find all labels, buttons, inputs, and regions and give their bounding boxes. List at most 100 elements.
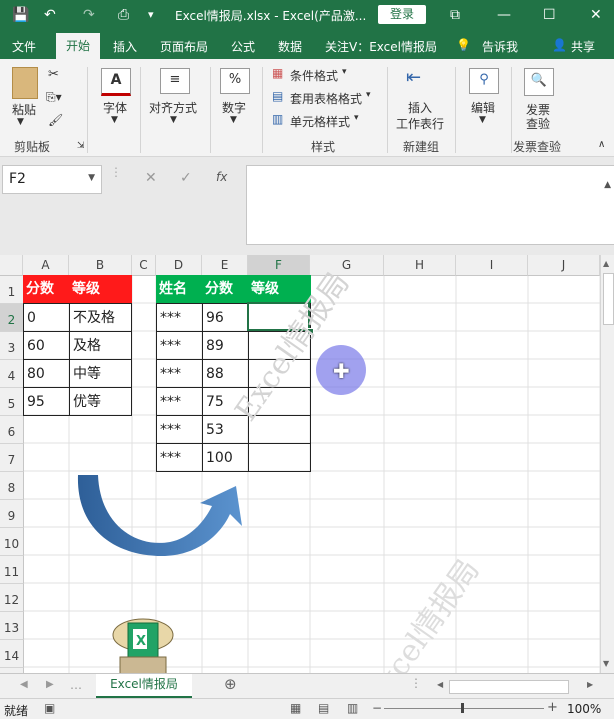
table-right-cell[interactable]: *** <box>156 303 203 332</box>
row-header-9[interactable]: 9 <box>0 500 24 528</box>
share-button[interactable]: 共享 <box>571 38 595 55</box>
close-button[interactable]: ✕ <box>590 5 602 25</box>
insert-row-icon[interactable]: ⇤ <box>406 67 421 88</box>
row-header-6[interactable]: 6 <box>0 416 24 444</box>
undo-icon[interactable]: ↶ <box>44 5 56 25</box>
table-right-cell[interactable]: 53 <box>202 415 249 444</box>
share-icon[interactable]: 👤 <box>552 38 567 52</box>
search-icon[interactable]: ⚲ <box>469 68 499 94</box>
column-header-j[interactable]: J <box>528 255 600 276</box>
table-right-header-name[interactable]: 姓名 <box>156 275 203 304</box>
cell-style-button[interactable]: 单元格样式 <box>290 113 350 130</box>
formula-input[interactable]: ▲ <box>246 165 614 245</box>
insert-button-line1[interactable]: 插入 <box>408 99 432 116</box>
tab-formulas[interactable]: 公式 <box>231 38 255 55</box>
row-header-14[interactable]: 14 <box>0 640 24 668</box>
row-header-4[interactable]: 4 <box>0 360 24 388</box>
paste-icon[interactable] <box>12 67 38 99</box>
spreadsheet-grid[interactable]: A B C D E F G H I J 1 2 3 4 5 6 7 8 9 10… <box>0 255 600 673</box>
row-header-10[interactable]: 10 <box>0 528 24 556</box>
alignment-button[interactable]: 对齐方式 <box>149 99 197 116</box>
row-header-12[interactable]: 12 <box>0 584 24 612</box>
customize-qat-icon[interactable]: ▾ <box>148 5 154 25</box>
table-right-cell[interactable]: *** <box>156 359 203 388</box>
column-header-h[interactable]: H <box>384 255 456 276</box>
format-painter-icon[interactable]: 🖌 <box>48 113 63 127</box>
table-left-cell[interactable]: 不及格 <box>69 303 132 332</box>
table-left-cell[interactable]: 95 <box>23 387 70 416</box>
cut-icon[interactable]: ✂ <box>48 67 59 82</box>
scroll-left-icon[interactable]: ◀ <box>437 680 443 689</box>
invoice-button-line2[interactable]: 查验 <box>526 115 550 132</box>
tab-home[interactable]: 开始 <box>56 33 100 59</box>
chevron-down-icon[interactable]: ▾ <box>366 90 371 100</box>
table-left-cell[interactable]: 优等 <box>69 387 132 416</box>
page-layout-view-icon[interactable]: ▤ <box>318 701 329 715</box>
row-header-5[interactable]: 5 <box>0 388 24 416</box>
tab-file[interactable]: 文件 <box>12 38 36 55</box>
table-left-cell[interactable]: 60 <box>23 331 70 360</box>
tab-insert[interactable]: 插入 <box>113 38 137 55</box>
scrollbar-thumb[interactable] <box>603 273 614 325</box>
editing-button[interactable]: 编辑 <box>471 99 495 116</box>
collapse-ribbon-icon[interactable]: ∧ <box>598 139 605 150</box>
chevron-down-icon[interactable]: ▼ <box>88 173 95 183</box>
zoom-slider-thumb[interactable] <box>461 703 464 713</box>
maximize-button[interactable]: ☐ <box>543 5 556 25</box>
select-all-corner[interactable] <box>0 255 23 276</box>
column-header-f[interactable]: F <box>248 255 310 277</box>
invoice-search-icon[interactable]: 🔍 <box>524 68 554 96</box>
page-break-view-icon[interactable]: ▥ <box>347 701 358 715</box>
table-right-cell[interactable]: *** <box>156 415 203 444</box>
tab-data[interactable]: 数据 <box>278 38 302 55</box>
prev-sheet-icon[interactable]: ◀ <box>20 679 28 690</box>
row-header-13[interactable]: 13 <box>0 612 24 640</box>
vertical-scrollbar[interactable]: ▲ ▼ <box>600 255 614 673</box>
font-button[interactable]: 字体 <box>103 99 127 116</box>
table-left-cell[interactable]: 及格 <box>69 331 132 360</box>
next-sheet-icon[interactable]: ▶ <box>46 679 54 690</box>
scroll-right-icon[interactable]: ▶ <box>587 680 593 689</box>
percent-icon[interactable]: % <box>220 68 250 94</box>
column-header-i[interactable]: I <box>456 255 528 276</box>
table-left-cell[interactable]: 0 <box>23 303 70 332</box>
horizontal-scrollbar-thumb[interactable] <box>449 680 569 694</box>
sheet-tab-active[interactable]: Excel情报局 <box>96 674 192 698</box>
copy-icon[interactable]: ⎘▾ <box>46 90 62 105</box>
insert-function-icon[interactable]: fx <box>216 170 227 184</box>
cancel-icon[interactable]: ✕ <box>145 170 157 186</box>
conditional-format-button[interactable]: 条件格式 <box>290 67 338 84</box>
scroll-up-icon[interactable]: ▲ <box>603 259 609 268</box>
row-header-8[interactable]: 8 <box>0 472 24 500</box>
print-preview-icon[interactable]: ⎙ <box>118 5 129 25</box>
zoom-out-icon[interactable]: − <box>372 701 382 715</box>
paste-dropdown-icon[interactable]: ▼ <box>17 117 24 127</box>
tab-follow[interactable]: 关注V：Excel情报局 <box>325 38 437 55</box>
redo-icon[interactable]: ↷ <box>83 5 95 25</box>
table-right-header-score[interactable]: 分数 <box>202 275 249 304</box>
table-right-cell[interactable]: *** <box>156 443 203 472</box>
name-box[interactable]: F2 ▼ <box>2 165 102 194</box>
font-icon[interactable]: A <box>101 68 131 96</box>
save-icon[interactable]: 💾 <box>12 5 29 25</box>
table-right-cell[interactable]: *** <box>156 387 203 416</box>
row-header-3[interactable]: 3 <box>0 332 24 360</box>
column-header-e[interactable]: E <box>202 255 248 276</box>
normal-view-icon[interactable]: ▦ <box>290 701 301 715</box>
alignment-dropdown-icon[interactable]: ▼ <box>170 115 177 125</box>
ribbon-display-icon[interactable]: ⧉ <box>450 5 460 25</box>
number-dropdown-icon[interactable]: ▼ <box>230 115 237 125</box>
row-header-7[interactable]: 7 <box>0 444 24 472</box>
editing-dropdown-icon[interactable]: ▼ <box>479 115 486 125</box>
add-sheet-icon[interactable]: ⊕ <box>224 675 237 693</box>
minimize-button[interactable]: — <box>497 5 511 25</box>
row-header-2[interactable]: 2 <box>0 304 24 332</box>
paste-button[interactable]: 粘贴 <box>12 101 36 118</box>
zoom-slider[interactable] <box>384 708 544 709</box>
zoom-level[interactable]: 100% <box>567 702 601 716</box>
chevron-down-icon[interactable]: ▾ <box>342 67 347 77</box>
table-right-cell[interactable]: *** <box>156 331 203 360</box>
number-button[interactable]: 数字 <box>222 99 246 116</box>
scroll-down-icon[interactable]: ▼ <box>603 659 609 668</box>
row-header-11[interactable]: 11 <box>0 556 24 584</box>
